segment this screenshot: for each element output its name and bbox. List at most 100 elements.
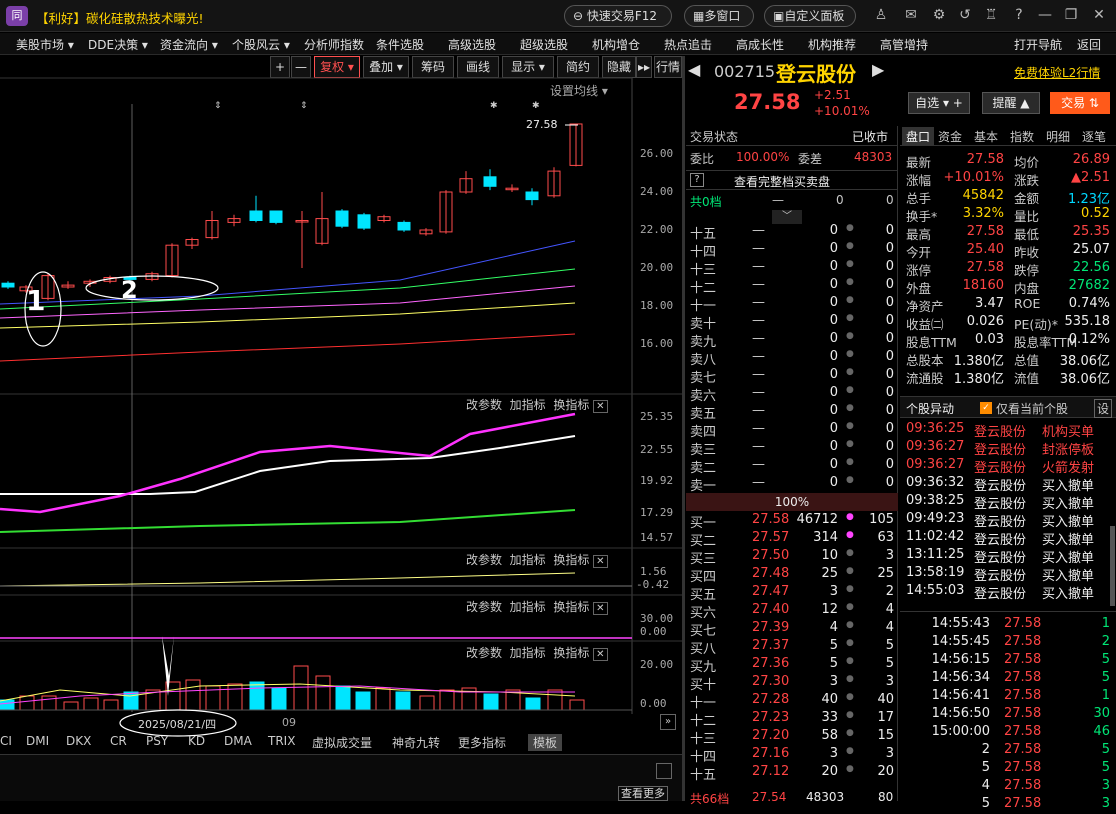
add-indicator-link[interactable]: 加指标 [510,398,546,412]
buy-row[interactable]: 买三 27.50 10 ● 3 [686,548,898,567]
expand-down-icon[interactable]: ﹀ [772,210,802,224]
tab-indicator[interactable]: TRIX [268,734,295,748]
sell-row[interactable]: 十三 — 0 ● 0 [686,259,898,278]
buy-row[interactable]: 十四 27.16 3 ● 3 [686,746,898,765]
back-link[interactable]: 返回 [1077,36,1101,53]
custom-panel-button[interactable]: ▣自定义面板 [764,5,856,27]
menu-item[interactable]: 美股市场 ▾ [16,36,74,53]
change-param-link[interactable]: 改参数 [466,646,502,660]
tab-indicator[interactable]: 虚拟成交量 [312,734,372,751]
settings-icon[interactable]: ⚙ [930,6,948,24]
buy-row[interactable]: 十三 27.20 58 ● 15 [686,728,898,747]
scroll-right-icon[interactable]: » [660,714,676,730]
sell-row[interactable]: 卖五 — 0 ● 0 [686,403,898,422]
sell-row[interactable]: 卖七 — 0 ● 0 [686,367,898,386]
full-book-link[interactable]: 查看完整档买卖盘 [734,173,830,190]
buy-row[interactable]: 买一 27.58 46712 ● 105 [686,512,898,531]
sell-row[interactable]: 十五 — 0 ● 0 [686,223,898,242]
open-nav-link[interactable]: 打开导航 [1014,36,1062,53]
tab-zhishu[interactable]: 指数 [1010,128,1034,145]
menu-item[interactable]: 分析师指数 [304,36,364,53]
trade-button[interactable]: 交易 ⇅ [1050,92,1110,114]
buy-row[interactable]: 十一 27.28 40 ● 40 [686,692,898,711]
sell-row[interactable]: 卖九 — 0 ● 0 [686,331,898,350]
tab-indicator[interactable]: KD [188,734,205,748]
switch-indicator-link[interactable]: 换指标 [553,646,589,660]
add-watchlist-button[interactable]: 自选 ▾ + [908,92,970,114]
tab-jiben[interactable]: 基本 [974,128,998,145]
sell-row[interactable]: 卖八 — 0 ● 0 [686,349,898,368]
menu-item[interactable]: 热点追击 [664,36,712,53]
chart-area[interactable]: ⇕ ⇕ ✱ ✱ 设置均线 ▾ 26.00 24.00 22.00 20.00 18.0… [0,56,682,756]
abnormal-row[interactable]: 09:36:27 登云股份 火箭发射 [900,457,1110,476]
sell-row[interactable]: 十四 — 0 ● 0 [686,241,898,260]
buy-row[interactable]: 买八 27.37 5 ● 5 [686,638,898,657]
buy-row[interactable]: 十五 27.12 20 ● 20 [686,764,898,783]
tab-indicator[interactable]: CR [110,734,127,748]
menu-item[interactable]: 资金流向 ▾ [160,36,218,53]
undo-icon[interactable]: ↺ [956,6,974,24]
tab-mingxi[interactable]: 明细 [1046,128,1070,145]
close-icon[interactable]: ✕ [593,648,608,661]
sell-row[interactable]: 卖三 — 0 ● 0 [686,439,898,458]
switch-indicator-link[interactable]: 换指标 [553,398,589,412]
menu-item[interactable]: 机构推荐 [808,36,856,53]
close-icon[interactable]: ✕ [593,555,608,568]
restore-icon[interactable]: ❐ [1062,6,1080,24]
close-icon[interactable]: ✕ [593,400,608,413]
tab-indicator[interactable]: DMI [26,734,49,748]
buy-row[interactable]: 买九 27.36 5 ● 5 [686,656,898,675]
news-headline[interactable]: 【利好】碳化硅散热技术曝光! [36,8,204,27]
collapse-icon[interactable] [656,763,672,779]
abnormal-row[interactable]: 09:36:25 登云股份 机构买单 [900,421,1110,440]
help-icon[interactable]: ? [690,173,704,187]
tab-indicator[interactable]: CI [0,734,12,748]
view-more-button[interactable]: 查看更多 [618,786,668,801]
sell-row[interactable]: 卖十 — 0 ● 0 [686,313,898,332]
add-indicator-link[interactable]: 加指标 [510,553,546,567]
tab-pankou[interactable]: 盘口 [902,127,935,146]
tab-indicator[interactable]: DMA [224,734,252,748]
change-param-link[interactable]: 改参数 [466,600,502,614]
buy-row[interactable]: 买七 27.39 4 ● 4 [686,620,898,639]
quick-trade-button[interactable]: ⊖ 快速交易F12 [564,5,672,27]
next-stock-icon[interactable]: ▶ [872,60,884,79]
menu-item[interactable]: 高成长性 [736,36,784,53]
abnormal-settings-button[interactable]: 设 [1094,399,1113,418]
l2-trial-link[interactable]: 免费体验L2行情 [1014,64,1100,81]
sell-row[interactable]: 卖六 — 0 ● 0 [686,385,898,404]
abnormal-row[interactable]: 09:36:27 登云股份 封涨停板 [900,439,1110,458]
buy-row[interactable]: 买五 27.47 3 ● 2 [686,584,898,603]
abnormal-row[interactable]: 13:11:25 登云股份 买入撤单 [900,547,1110,566]
scrollbar[interactable] [1110,526,1115,606]
only-current-label[interactable]: 仅看当前个股 [996,400,1068,417]
tab-indicator[interactable]: DKX [66,734,91,748]
buy-row[interactable]: 买四 27.48 25 ● 25 [686,566,898,585]
tab-zijin[interactable]: 资金 [938,128,962,145]
sell-row[interactable]: 卖四 — 0 ● 0 [686,421,898,440]
buy-row[interactable]: 买二 27.57 314 ● 63 [686,530,898,549]
tab-indicator[interactable]: 更多指标 [458,734,506,751]
buy-row[interactable]: 买六 27.40 12 ● 4 [686,602,898,621]
menu-item[interactable]: DDE决策 ▾ [88,36,148,53]
help-icon[interactable]: ? [1010,6,1028,24]
abnormal-row[interactable]: 13:58:19 登云股份 买入撤单 [900,565,1110,584]
menu-item[interactable]: 高管增持 [880,36,928,53]
abnormal-row[interactable]: 11:02:42 登云股份 买入撤单 [900,529,1110,548]
tab-indicator[interactable]: PSY [146,734,168,748]
switch-indicator-link[interactable]: 换指标 [553,600,589,614]
tab-template[interactable]: 模板 [528,734,563,751]
splitter[interactable] [682,56,685,801]
abnormal-row[interactable]: 09:49:23 登云股份 买入撤单 [900,511,1110,530]
switch-indicator-link[interactable]: 换指标 [553,553,589,567]
change-param-link[interactable]: 改参数 [466,553,502,567]
menu-item[interactable]: 超级选股 [520,36,568,53]
shirt-icon[interactable]: ♖ [982,6,1000,24]
menu-item[interactable]: 高级选股 [448,36,496,53]
alert-button[interactable]: 提醒 ▲ [982,92,1040,114]
add-indicator-link[interactable]: 加指标 [510,646,546,660]
mail-icon[interactable]: ✉ [902,6,920,24]
set-ma-link[interactable]: 设置均线 ▾ [550,82,608,99]
buy-row[interactable]: 十二 27.23 33 ● 17 [686,710,898,729]
close-icon[interactable]: ✕ [1090,6,1108,24]
